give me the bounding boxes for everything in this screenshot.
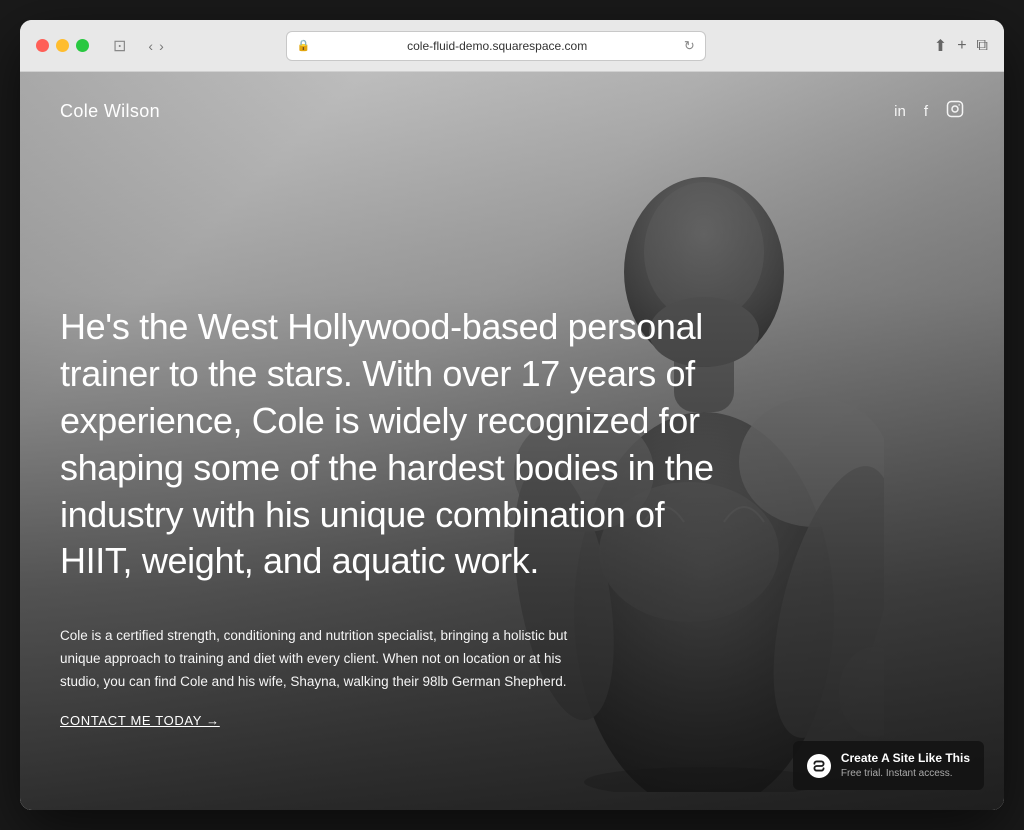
- maximize-button[interactable]: [76, 39, 89, 52]
- badge-title: Create A Site Like This: [841, 751, 970, 767]
- hero-headline: He's the West Hollywood-based personal t…: [60, 304, 740, 585]
- close-button[interactable]: [36, 39, 49, 52]
- site-header: Cole Wilson in f: [20, 72, 1004, 150]
- browser-controls: ⊡: [109, 34, 130, 58]
- window-switcher[interactable]: ⊡: [109, 34, 130, 58]
- site-logo: Cole Wilson: [60, 101, 160, 122]
- squarespace-badge[interactable]: Create A Site Like This Free trial. Inst…: [793, 741, 984, 790]
- share-button[interactable]: ⬆: [934, 36, 947, 56]
- hero-body: Cole is a certified strength, conditioni…: [60, 625, 580, 694]
- nav-chevrons: ‹ ›: [146, 36, 165, 56]
- traffic-lights: [36, 39, 89, 52]
- lock-icon: 🔒: [297, 39, 311, 52]
- hero-content: He's the West Hollywood-based personal t…: [20, 264, 1004, 810]
- facebook-link[interactable]: f: [924, 103, 928, 120]
- back-button[interactable]: ‹: [146, 36, 155, 56]
- badge-subtitle: Free trial. Instant access.: [841, 767, 970, 780]
- contact-cta[interactable]: CONTACT ME TODAY →: [60, 713, 220, 728]
- browser-actions: ⬆ + ⧉: [934, 36, 988, 56]
- minimize-button[interactable]: [56, 39, 69, 52]
- linkedin-link[interactable]: in: [894, 103, 906, 120]
- browser-window: ⊡ ‹ › 🔒 cole-fluid-demo.squarespace.com …: [20, 20, 1004, 810]
- browser-chrome: ⊡ ‹ › 🔒 cole-fluid-demo.squarespace.com …: [20, 20, 1004, 72]
- website-content: Cole Wilson in f He's the West Hollywood…: [20, 72, 1004, 810]
- badge-text: Create A Site Like This Free trial. Inst…: [841, 751, 970, 780]
- instagram-link[interactable]: [946, 100, 964, 122]
- squarespace-logo: [807, 754, 831, 778]
- address-bar[interactable]: 🔒 cole-fluid-demo.squarespace.com ↻: [286, 31, 706, 61]
- forward-button[interactable]: ›: [157, 36, 166, 56]
- reload-icon: ↻: [684, 38, 695, 54]
- windows-button[interactable]: ⧉: [977, 36, 988, 56]
- new-tab-button[interactable]: +: [957, 36, 966, 56]
- url-text: cole-fluid-demo.squarespace.com: [316, 39, 677, 53]
- social-links: in f: [894, 100, 964, 122]
